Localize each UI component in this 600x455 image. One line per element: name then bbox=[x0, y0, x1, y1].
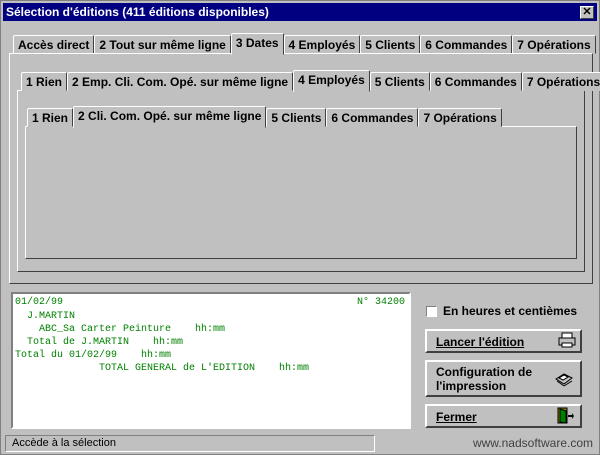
preview-total-date: Total du 01/02/99 hh:mm bbox=[15, 350, 172, 361]
tabs-level1: Accès direct 2 Tout sur même ligne 3 Dat… bbox=[13, 32, 596, 55]
preview-grand-total: TOTAL GENERAL de L'EDITION hh:mm bbox=[99, 363, 310, 374]
preview-client-line: ABC_Sa Carter Peinture hh:mm bbox=[39, 324, 226, 335]
tab-commandes[interactable]: 6 Commandes bbox=[420, 35, 513, 54]
print-preview: 01/02/99 N° 34200 J.MARTIN ABC_Sa Carter… bbox=[11, 292, 411, 429]
hours-checkbox[interactable] bbox=[426, 306, 437, 317]
tab-cli-com-ope[interactable]: 2 Cli. Com. Opé. sur même ligne bbox=[73, 106, 267, 128]
tab-operations-sub[interactable]: 7 Opérations bbox=[521, 72, 600, 91]
tabs-level3: 1 Rien 2 Cli. Com. Opé. sur même ligne 5… bbox=[27, 105, 502, 128]
tab-clients-sub2[interactable]: 5 Clients bbox=[266, 108, 327, 127]
preview-total-employee: Total de J.MARTIN hh:mm bbox=[27, 337, 184, 348]
tab-rien-sub2[interactable]: 1 Rien bbox=[27, 108, 74, 127]
tab-dates[interactable]: 3 Dates bbox=[230, 33, 284, 55]
tab-acces-direct[interactable]: Accès direct bbox=[13, 35, 95, 54]
tab-tout-sur-meme-ligne[interactable]: 2 Tout sur même ligne bbox=[94, 35, 231, 54]
print-config-label-2: l'impression bbox=[436, 379, 507, 393]
print-config-label-1: Configuration de bbox=[436, 365, 532, 379]
preview-employee: J.MARTIN bbox=[27, 311, 76, 322]
tab-operations[interactable]: 7 Opérations bbox=[512, 35, 596, 54]
preview-number: N° 34200 bbox=[357, 297, 406, 308]
tabs-level2: 1 Rien 2 Emp. Cli. Com. Opé. sur même li… bbox=[21, 69, 600, 92]
print-config-button[interactable]: Configuration de l'impression bbox=[425, 360, 582, 397]
close-button-label: Fermer bbox=[436, 410, 477, 424]
tab-commandes-sub[interactable]: 6 Commandes bbox=[429, 72, 522, 91]
website-link[interactable]: www.nadsoftware.com bbox=[473, 436, 593, 450]
window-title: Sélection d'éditions (411 éditions dispo… bbox=[6, 5, 269, 19]
printer-icon bbox=[558, 332, 576, 352]
launch-button-label: Lancer l'édition bbox=[436, 335, 525, 349]
title-bar: Sélection d'éditions (411 éditions dispo… bbox=[3, 3, 597, 21]
hours-checkbox-label[interactable]: En heures et centièmes bbox=[443, 304, 577, 318]
preview-date: 01/02/99 bbox=[15, 297, 64, 308]
tab-employes[interactable]: 4 Employés bbox=[283, 35, 361, 54]
tab-emp-cli-com-ope[interactable]: 2 Emp. Cli. Com. Opé. sur même ligne bbox=[67, 72, 294, 91]
tab-clients-sub[interactable]: 5 Clients bbox=[369, 72, 430, 91]
tab-clients[interactable]: 5 Clients bbox=[360, 35, 421, 54]
tab-operations-sub2[interactable]: 7 Opérations bbox=[418, 108, 502, 127]
close-button[interactable]: Fermer bbox=[425, 404, 582, 428]
tab-panel-level3 bbox=[25, 126, 577, 259]
printer-settings-icon bbox=[554, 370, 574, 392]
launch-button[interactable]: Lancer l'édition bbox=[425, 329, 582, 353]
close-window-button[interactable]: ✕ bbox=[580, 6, 594, 19]
dialog-window: Sélection d'éditions (411 éditions dispo… bbox=[0, 0, 600, 455]
exit-door-icon bbox=[556, 407, 574, 429]
status-bar: Accède à la sélection www.nadsoftware.co… bbox=[3, 435, 597, 453]
tab-employes-sub[interactable]: 4 Employés bbox=[293, 70, 370, 92]
tab-commandes-sub2[interactable]: 6 Commandes bbox=[326, 108, 419, 127]
status-text: Accède à la sélection bbox=[5, 435, 375, 452]
tab-rien[interactable]: 1 Rien bbox=[21, 72, 68, 91]
